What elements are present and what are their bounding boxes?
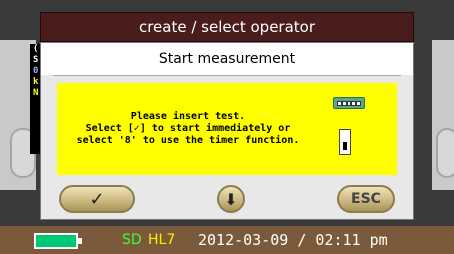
escape-button[interactable]: ESC xyxy=(337,185,395,213)
confirm-button[interactable]: ✓ xyxy=(59,185,135,213)
window-title-bar: create / select operator xyxy=(40,12,414,42)
status-bar: SD HL7 2012-03-09 / 02:11 pm xyxy=(0,226,454,254)
battery-tip xyxy=(78,238,82,244)
checkmark-icon: ✓ xyxy=(89,188,105,210)
window-title: create / select operator xyxy=(138,18,316,36)
dialog-title: Start measurement xyxy=(41,43,413,75)
down-arrow-button[interactable]: ⬇ xyxy=(217,185,245,213)
message-text: Please insert test. Select [✓] to start … xyxy=(57,83,319,175)
hl7-indicator: HL7 xyxy=(148,232,176,248)
dialog-button-row: ✓ ⬇ ESC xyxy=(41,183,413,217)
message-line: select '8' to use the timer function. xyxy=(76,135,300,146)
battery-icon xyxy=(34,233,78,249)
arrow-down-icon: ⬇ xyxy=(224,189,238,209)
message-panel: Please insert test. Select [✓] to start … xyxy=(57,83,397,175)
dialog-title-divider xyxy=(53,75,401,76)
switch-icon xyxy=(339,129,351,155)
background-right-button xyxy=(436,128,454,178)
message-line: Please insert test. xyxy=(130,111,246,122)
start-measurement-dialog: Start measurement Please insert test. Se… xyxy=(40,42,414,220)
datetime-display: 2012-03-09 / 02:11 pm xyxy=(198,231,388,249)
connector-icon xyxy=(333,97,365,109)
sd-indicator: SD xyxy=(122,232,142,248)
escape-label: ESC xyxy=(351,191,381,207)
message-line: Select [✓] to start immediately or xyxy=(85,123,291,134)
